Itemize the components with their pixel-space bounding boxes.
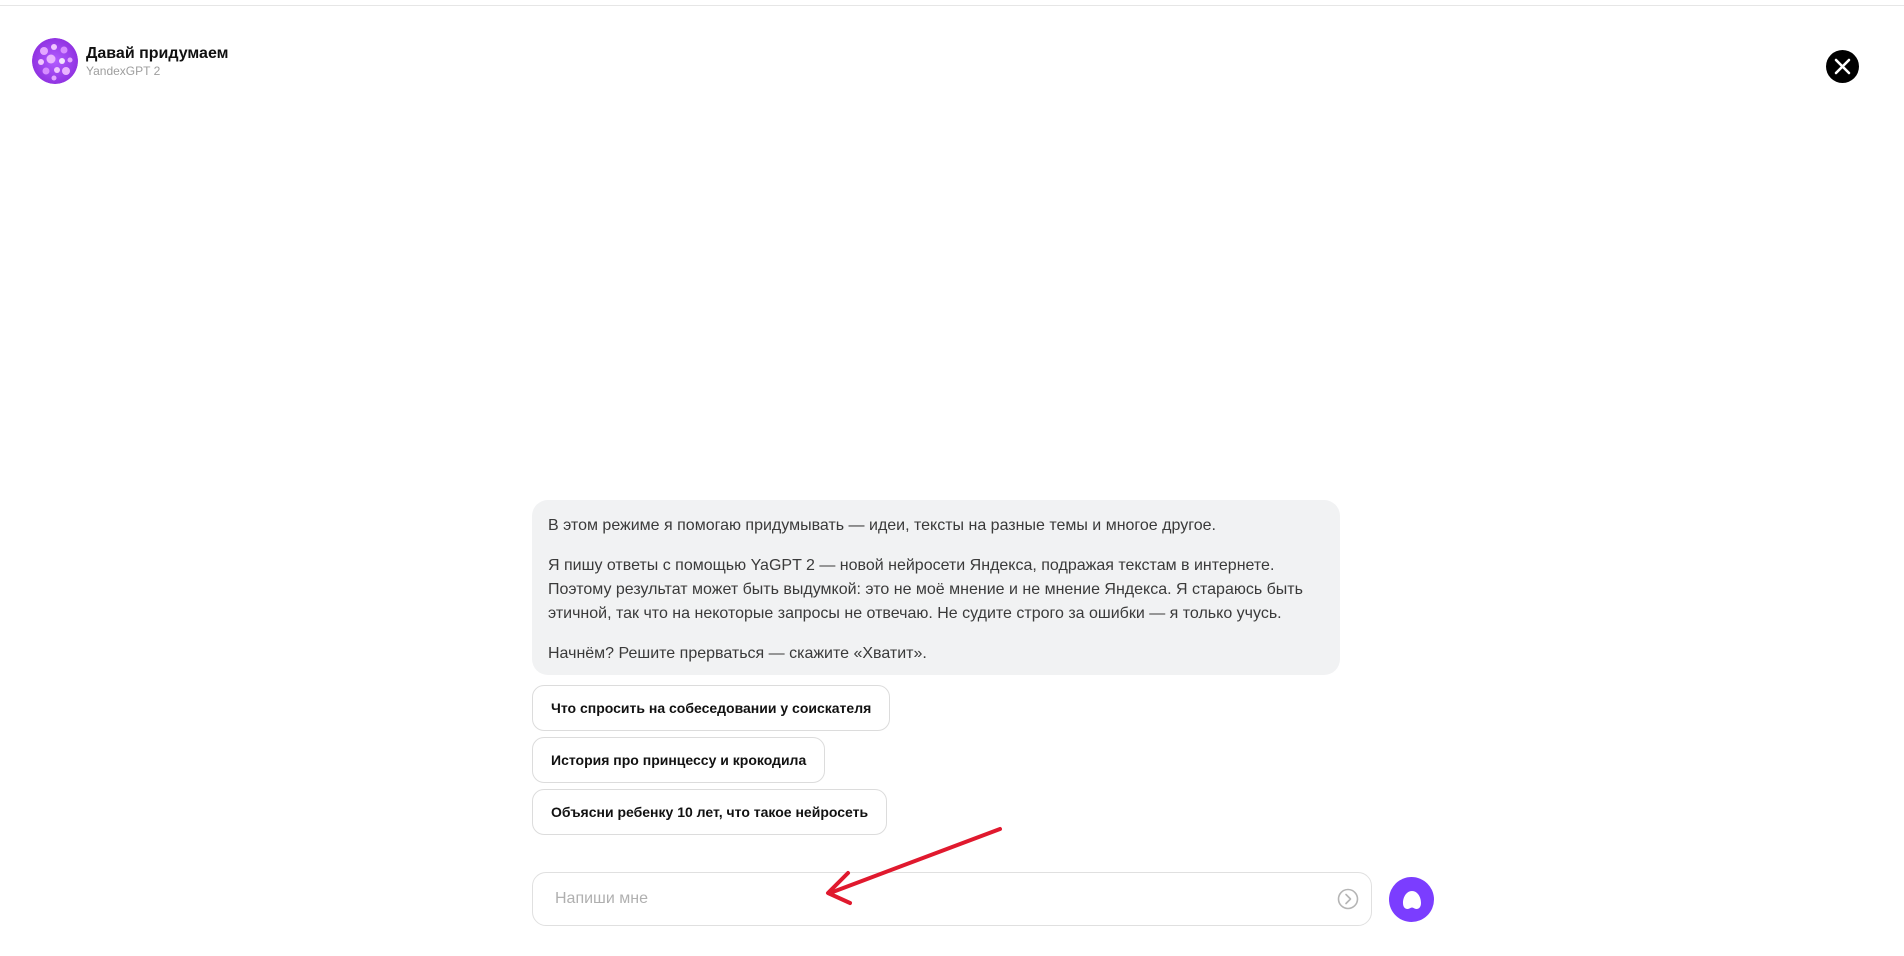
suggestion-chip[interactable]: Что спросить на собеседовании у соискате… <box>532 685 891 731</box>
message-paragraph: В этом режиме я помогаю придумывать — ид… <box>548 517 1216 534</box>
send-button[interactable] <box>1335 886 1361 912</box>
message-input[interactable] <box>553 889 1335 909</box>
bubbles-avatar-icon <box>32 38 78 84</box>
message-paragraph: Начнём? Решите прерваться — скажите «Хва… <box>548 645 927 662</box>
annotation-arrow <box>826 827 1002 905</box>
message-paragraph: Я пишу ответы с помощью YaGPT 2 — новой … <box>548 557 1303 622</box>
message-input-box <box>532 872 1372 926</box>
assistant-message: В этом режиме я помогаю придумывать — ид… <box>532 500 1340 675</box>
suggestion-chip[interactable]: История про принцессу и крокодила <box>532 737 826 783</box>
chat-title: Давай придумаем <box>86 44 229 62</box>
send-arrow-icon <box>1337 888 1359 910</box>
alice-voice-button[interactable] <box>1389 877 1434 922</box>
suggestion-chip[interactable]: Объясни ребенку 10 лет, что такое нейрос… <box>532 789 888 835</box>
model-name: YandexGPT 2 <box>86 63 161 78</box>
close-button[interactable] <box>1826 50 1859 83</box>
top-divider <box>0 0 1904 6</box>
chat-page: Давай придумаем YandexGPT 2 В этом режим… <box>0 0 1904 956</box>
close-icon <box>1834 58 1851 75</box>
alice-icon <box>1402 890 1421 909</box>
header-text: Давай придумаем YandexGPT 2 <box>86 44 228 79</box>
chat-header: Давай придумаем YandexGPT 2 <box>32 38 228 84</box>
